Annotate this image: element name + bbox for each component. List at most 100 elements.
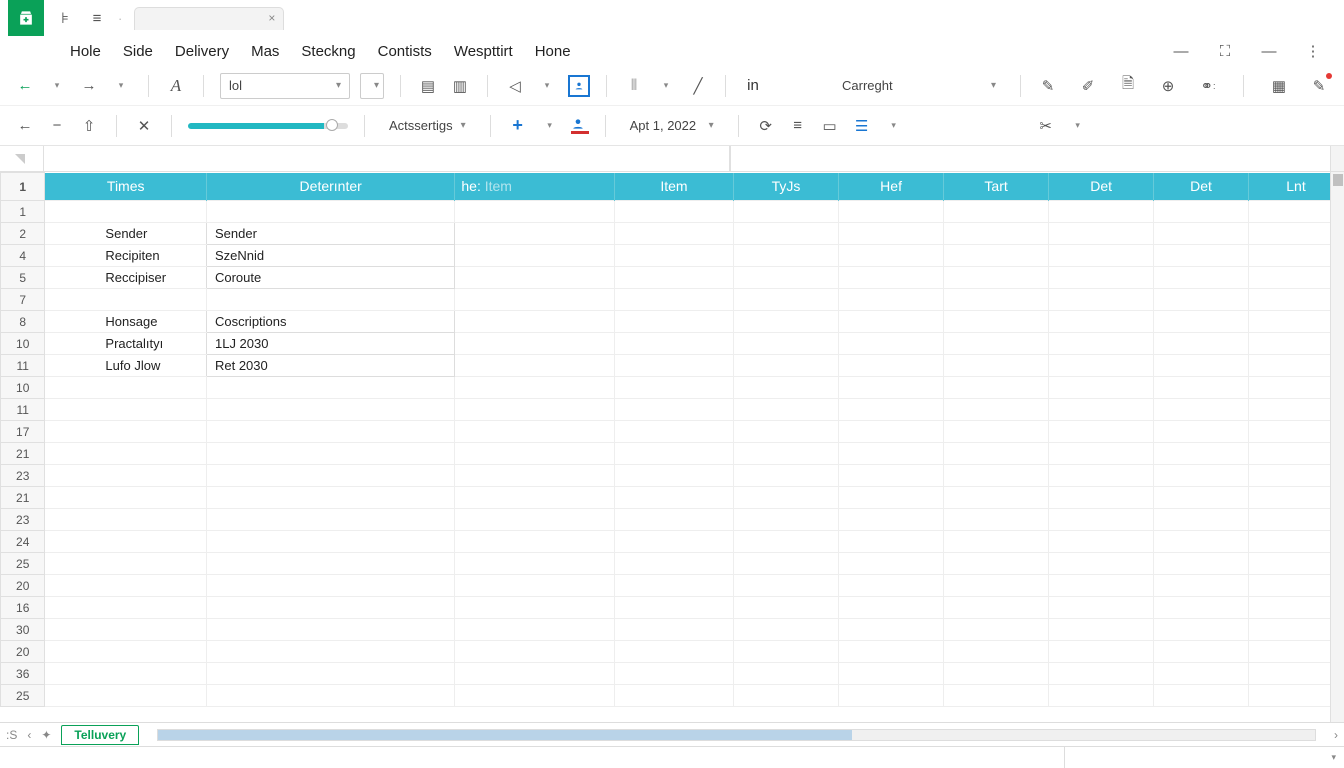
cell[interactable] xyxy=(455,267,615,289)
col-hef[interactable]: Hef xyxy=(839,173,944,201)
cut-icon[interactable]: ✂ xyxy=(1035,115,1057,137)
row-header[interactable]: 25 xyxy=(1,553,45,575)
menu-hone[interactable]: Hone xyxy=(535,43,571,60)
cell[interactable] xyxy=(734,289,839,311)
cell[interactable] xyxy=(455,509,615,531)
cell[interactable] xyxy=(734,509,839,531)
cell[interactable] xyxy=(734,223,839,245)
loop-icon[interactable]: ⟳ xyxy=(755,115,777,137)
cell[interactable] xyxy=(455,663,615,685)
cell[interactable] xyxy=(45,597,207,619)
row-header[interactable]: 25 xyxy=(1,685,45,707)
cell[interactable] xyxy=(1154,575,1249,597)
cell[interactable] xyxy=(614,575,733,597)
cell[interactable] xyxy=(944,223,1049,245)
cell[interactable] xyxy=(944,597,1049,619)
cell[interactable] xyxy=(1154,509,1249,531)
restore-icon[interactable]: — xyxy=(1258,40,1280,62)
cell[interactable] xyxy=(1049,663,1154,685)
cell[interactable] xyxy=(455,465,615,487)
cell[interactable] xyxy=(45,377,207,399)
cell[interactable] xyxy=(1049,399,1154,421)
name-box[interactable] xyxy=(0,146,44,171)
layout-left-icon[interactable]: ⊧ xyxy=(54,7,76,29)
cell[interactable] xyxy=(944,421,1049,443)
cell[interactable] xyxy=(839,509,944,531)
cell[interactable] xyxy=(614,223,733,245)
cell[interactable] xyxy=(944,575,1049,597)
cell[interactable]: Coroute xyxy=(206,267,454,289)
cell[interactable]: Practalıtyı xyxy=(45,333,207,355)
cell[interactable] xyxy=(1154,641,1249,663)
user-red-icon[interactable] xyxy=(571,117,589,134)
note-icon[interactable]: 🗎 xyxy=(1117,75,1139,97)
cell[interactable] xyxy=(839,355,944,377)
cell[interactable] xyxy=(1049,311,1154,333)
cell[interactable] xyxy=(839,597,944,619)
cell[interactable] xyxy=(734,597,839,619)
row-header[interactable]: 21 xyxy=(1,443,45,465)
cell[interactable] xyxy=(1154,355,1249,377)
menu-hole[interactable]: Hole xyxy=(70,43,101,60)
cell[interactable] xyxy=(206,553,454,575)
cell[interactable] xyxy=(1049,245,1154,267)
cell[interactable] xyxy=(734,443,839,465)
align-left-icon[interactable]: ▤ xyxy=(417,75,439,97)
cell[interactable] xyxy=(944,443,1049,465)
cell[interactable] xyxy=(839,641,944,663)
cell[interactable]: SzeNnid xyxy=(206,245,454,267)
row-header[interactable]: 10 xyxy=(1,377,45,399)
cut-caret-icon[interactable]: ▾ xyxy=(1067,115,1089,137)
col-det1[interactable]: Det xyxy=(1049,173,1154,201)
cell[interactable] xyxy=(206,641,454,663)
cell[interactable] xyxy=(734,575,839,597)
cell[interactable]: 1LJ 2030 xyxy=(206,333,454,355)
cell[interactable] xyxy=(944,333,1049,355)
cell[interactable] xyxy=(206,421,454,443)
sheet-nav-next[interactable]: › xyxy=(1334,728,1338,742)
cell[interactable] xyxy=(206,685,454,707)
forward-arrow-icon[interactable]: → xyxy=(78,75,100,97)
cell[interactable] xyxy=(839,399,944,421)
menu-contists[interactable]: Contists xyxy=(378,43,432,60)
spreadsheet-grid[interactable]: 1 Times Deterınter he: Item Item TyJs He… xyxy=(0,172,1344,722)
cell[interactable] xyxy=(206,289,454,311)
cell[interactable] xyxy=(944,201,1049,223)
cell[interactable] xyxy=(944,311,1049,333)
cell[interactable] xyxy=(206,487,454,509)
cell[interactable] xyxy=(206,509,454,531)
sheet-tab-active[interactable]: Telluvery xyxy=(61,725,139,745)
cell[interactable] xyxy=(614,509,733,531)
cell[interactable] xyxy=(1154,223,1249,245)
row-header[interactable]: 23 xyxy=(1,465,45,487)
col-deterinter[interactable]: Deterınter xyxy=(206,173,454,201)
cell[interactable] xyxy=(206,443,454,465)
cell[interactable] xyxy=(614,685,733,707)
font-size-select[interactable]: ▾ xyxy=(360,73,384,99)
cell[interactable] xyxy=(1049,619,1154,641)
cell[interactable] xyxy=(614,311,733,333)
cell[interactable] xyxy=(1154,597,1249,619)
horizontal-scrollbar[interactable] xyxy=(157,729,1316,741)
cell[interactable] xyxy=(206,597,454,619)
cell[interactable] xyxy=(455,685,615,707)
menu-icon[interactable]: ≡ xyxy=(86,7,108,29)
cell[interactable] xyxy=(734,201,839,223)
cell[interactable]: Recipiten xyxy=(45,245,207,267)
cell[interactable] xyxy=(455,201,615,223)
cell[interactable] xyxy=(1049,333,1154,355)
bars-caret-icon[interactable]: ▾ xyxy=(655,75,677,97)
cell[interactable] xyxy=(839,553,944,575)
minimize-icon[interactable]: — xyxy=(1170,40,1192,62)
row-header[interactable]: 7 xyxy=(1,289,45,311)
cell[interactable] xyxy=(1154,289,1249,311)
cell[interactable] xyxy=(734,245,839,267)
list-icon[interactable]: ≡ xyxy=(787,115,809,137)
style-select[interactable]: Carreght ▾ xyxy=(834,73,1004,99)
cell[interactable] xyxy=(206,377,454,399)
cell[interactable] xyxy=(45,663,207,685)
maximize-icon[interactable]: ⛶ xyxy=(1214,40,1236,62)
cell[interactable] xyxy=(455,575,615,597)
cell[interactable] xyxy=(1154,399,1249,421)
in-label[interactable]: in xyxy=(742,75,764,97)
